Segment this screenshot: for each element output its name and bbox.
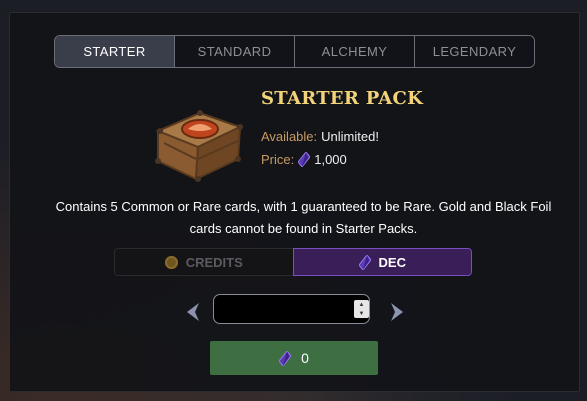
chevron-left-icon[interactable]	[186, 302, 200, 322]
dec-option-button[interactable]: DEC	[292, 248, 472, 276]
dec-label: DEC	[378, 254, 406, 270]
pack-description: Contains 5 Common or Rare cards, with 1 …	[55, 199, 552, 236]
tab-starter[interactable]: STARTER	[55, 36, 174, 67]
dec-gem-icon	[358, 254, 371, 270]
credits-option-button[interactable]: CREDITS	[114, 248, 293, 276]
credits-coin-icon	[164, 255, 178, 269]
tab-legendary[interactable]: LEGENDARY	[414, 36, 534, 67]
availability-row: Available: Unlimited!	[261, 129, 379, 144]
quantity-spinner[interactable]: ▲ ▼	[354, 300, 369, 318]
treasure-chest-icon	[155, 110, 243, 182]
tab-alchemy[interactable]: ALCHEMY	[294, 36, 414, 67]
available-value: Unlimited!	[321, 129, 379, 144]
buy-total: 0	[301, 350, 309, 366]
pack-shop-panel: STARTER STANDARD ALCHEMY LEGENDARY START…	[9, 12, 580, 392]
currency-selector: CREDITS DEC	[114, 248, 472, 276]
pack-type-tabs: STARTER STANDARD ALCHEMY LEGENDARY	[54, 35, 535, 68]
price-label: Price:	[261, 152, 295, 167]
dec-gem-icon	[298, 152, 311, 167]
buy-button[interactable]: 0	[210, 341, 378, 375]
pack-title: STARTER PACK	[261, 88, 424, 109]
quantity-input[interactable]	[213, 294, 370, 324]
spin-up-icon[interactable]: ▲	[359, 302, 365, 308]
credits-label: CREDITS	[185, 254, 243, 270]
available-label: Available:	[261, 129, 318, 144]
chevron-right-icon[interactable]	[390, 302, 404, 322]
quantity-stepper: ▲ ▼	[186, 294, 404, 328]
dec-gem-icon	[279, 350, 292, 366]
price-row: Price: 1,000	[261, 152, 347, 167]
price-value: 1,000	[314, 152, 347, 167]
tab-standard[interactable]: STANDARD	[174, 36, 294, 67]
spin-down-icon[interactable]: ▼	[359, 311, 365, 317]
